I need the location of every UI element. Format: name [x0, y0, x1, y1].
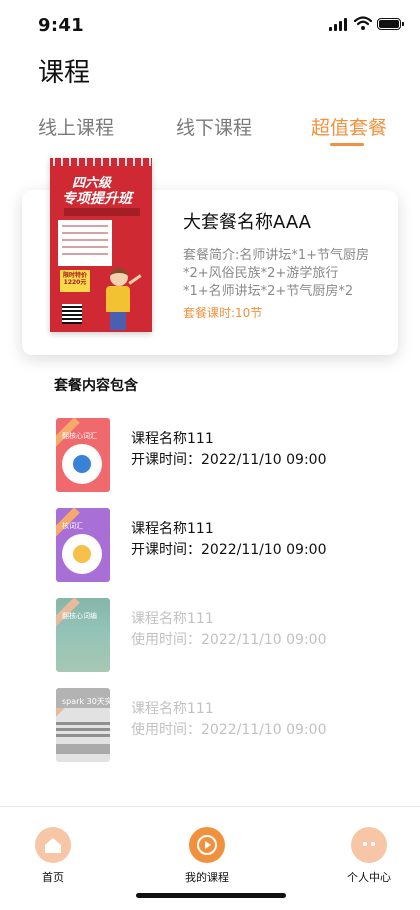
profile-icon [351, 827, 387, 863]
package-hours: 套餐课时:10节 [183, 306, 263, 320]
course-time: 开课时间：2022/11/10 09:00 [131, 542, 327, 558]
thumbnail-tag: 翻核心词汇 [62, 432, 97, 440]
course-title: 课程名称111 [131, 701, 214, 717]
status-bar: 9:41 [0, 0, 420, 50]
package-description: 套餐简介:名师讲坛*1+节气厨房*2+风俗民族*2+游学旅行*1+名师讲坛*2+… [183, 248, 370, 299]
nav-profile[interactable]: 个人中心 [329, 827, 409, 885]
course-thumbnail: 翻核心词编 [56, 598, 110, 672]
home-icon [35, 827, 71, 863]
poster-price-badge: 限时特价 1220元 [60, 270, 90, 292]
teacher-figure-head [110, 268, 128, 286]
nav-my-courses-label: 我的课程 [185, 871, 229, 884]
thumbnail-dot [73, 455, 91, 473]
thumbnail-stripe [56, 728, 110, 731]
course-title: 课程名称111 [131, 431, 214, 447]
course-list-item[interactable]: 核词汇 课程名称111 开课时间：2022/11/10 09:00 [56, 508, 386, 582]
course-thumbnail: 翻核心词汇 [56, 418, 110, 492]
poster-band [64, 208, 140, 216]
course-title: 课程名称111 [131, 611, 214, 627]
course-list-item[interactable]: spark 30天突破 课程名称111 使用时间：2022/11/10 09:0… [56, 688, 386, 762]
play-icon [189, 827, 225, 863]
package-poster-image: 四六级 专项提升班 限时特价 1220元 [50, 158, 152, 332]
home-indicator [136, 893, 286, 898]
poster-title-line2: 专项提升班 [62, 191, 132, 207]
teacher-figure-legs [110, 312, 126, 330]
teacher-figure-arm [128, 274, 142, 285]
course-time: 使用时间：2022/11/10 09:00 [131, 722, 327, 738]
nav-home[interactable]: 首页 [13, 827, 93, 885]
thumbnail-tag: 翻核心词编 [62, 612, 97, 620]
course-list-item[interactable]: 翻核心词编 课程名称111 使用时间：2022/11/10 09:00 [56, 598, 386, 672]
nav-profile-label: 个人中心 [347, 871, 391, 884]
thumbnail-tag: 核词汇 [62, 522, 83, 530]
nav-home-label: 首页 [42, 871, 64, 884]
thumbnail-footer-band [56, 744, 110, 754]
teacher-figure-body [106, 286, 130, 312]
tab-offline-courses[interactable]: 线下课程 [176, 113, 252, 140]
tab-value-packages[interactable]: 超值套餐 [311, 113, 387, 140]
battery-icon [377, 18, 404, 30]
thumbnail-tag: spark 30天突破 [62, 697, 110, 706]
nav-my-courses[interactable]: 我的课程 [167, 827, 247, 885]
thumbnail-dot [73, 545, 91, 563]
course-list-item[interactable]: 翻核心词汇 课程名称111 开课时间：2022/11/10 09:00 [56, 418, 386, 492]
tab-online-courses[interactable]: 线上课程 [38, 113, 114, 140]
course-title: 课程名称111 [131, 521, 214, 537]
page-title: 课程 [38, 58, 91, 88]
section-title: 套餐内容包含 [54, 378, 138, 394]
qr-code-icon [62, 304, 82, 324]
wifi-icon [354, 16, 372, 30]
notebook-rings [50, 158, 152, 166]
active-tab-indicator [330, 143, 364, 146]
thumbnail-stripe [56, 734, 110, 737]
course-thumbnail: spark 30天突破 [56, 688, 110, 762]
thumbnail-stripe [56, 722, 110, 725]
course-time: 开课时间：2022/11/10 09:00 [131, 452, 327, 468]
poster-feature-list [58, 220, 112, 266]
status-time: 9:41 [38, 15, 84, 36]
course-time: 使用时间：2022/11/10 09:00 [131, 632, 327, 648]
package-name: 大套餐名称AAA [183, 212, 311, 233]
course-thumbnail: 核词汇 [56, 508, 110, 582]
cellular-signal-icon [329, 18, 349, 31]
